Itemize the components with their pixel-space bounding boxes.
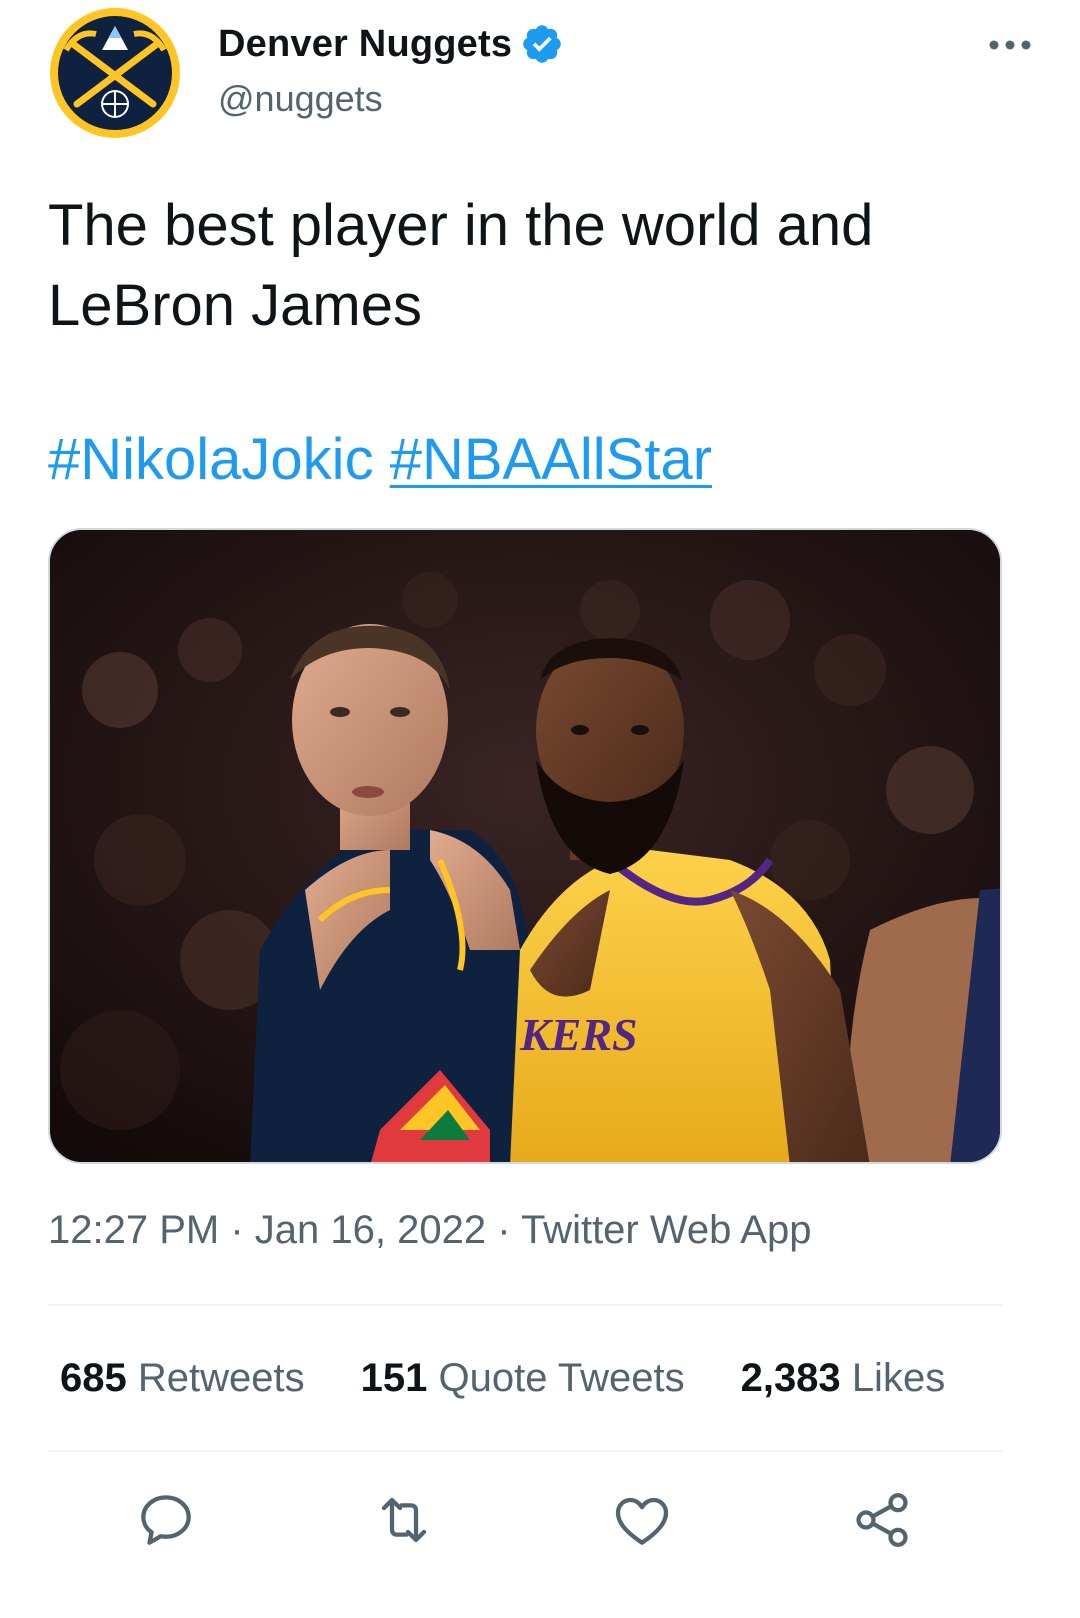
- tweet-time[interactable]: 12:27 PM: [48, 1208, 219, 1252]
- like-icon[interactable]: [610, 1488, 674, 1552]
- divider: [48, 1304, 1002, 1306]
- avatar[interactable]: [48, 6, 182, 140]
- verified-badge-icon: [523, 25, 561, 63]
- stat-label: Quote Tweets: [438, 1356, 685, 1400]
- action-bar: [0, 1488, 1080, 1558]
- stat-label: Likes: [851, 1356, 946, 1400]
- stat-retweets[interactable]: 685 Retweets: [60, 1356, 305, 1401]
- retweet-icon[interactable]: [372, 1488, 436, 1552]
- tweet-meta: 12:27 PM · Jan 16, 2022 · Twitter Web Ap…: [48, 1208, 811, 1253]
- hashtag-link[interactable]: #NikolaJokic: [48, 427, 374, 492]
- share-icon[interactable]: [850, 1488, 914, 1552]
- tweet-source[interactable]: Twitter Web App: [521, 1208, 812, 1252]
- meta-separator: ·: [230, 1208, 244, 1252]
- stat-count: 685: [60, 1356, 127, 1400]
- hashtag-link[interactable]: #NBAAllStar: [390, 427, 712, 492]
- players-photo: KERS: [50, 530, 1000, 1162]
- more-options-icon[interactable]: [988, 34, 1032, 56]
- tweet-stats: 685 Retweets 151 Quote Tweets 2,383 Like…: [60, 1356, 945, 1401]
- tweet-date[interactable]: Jan 16, 2022: [255, 1208, 486, 1252]
- stat-likes[interactable]: 2,383 Likes: [741, 1356, 946, 1401]
- reply-icon[interactable]: [134, 1488, 198, 1552]
- author-name[interactable]: Denver Nuggets: [218, 23, 512, 66]
- tweet-text: The best player in the world and LeBron …: [48, 193, 874, 338]
- tweet-header: Denver Nuggets @nuggets: [48, 6, 1032, 146]
- stat-quote-tweets[interactable]: 151 Quote Tweets: [361, 1356, 685, 1401]
- svg-text:KERS: KERS: [519, 1009, 638, 1060]
- tweet-hashtags: #NikolaJokic #NBAAllStar: [48, 420, 712, 500]
- author-name-row[interactable]: Denver Nuggets: [218, 22, 564, 66]
- tweet-photo[interactable]: KERS: [48, 528, 1002, 1164]
- meta-separator: ·: [497, 1208, 511, 1252]
- stat-count: 2,383: [740, 1356, 841, 1400]
- stat-count: 151: [360, 1356, 428, 1400]
- author-handle[interactable]: @nuggets: [218, 78, 383, 120]
- divider: [48, 1450, 1002, 1452]
- stat-label: Retweets: [137, 1356, 305, 1400]
